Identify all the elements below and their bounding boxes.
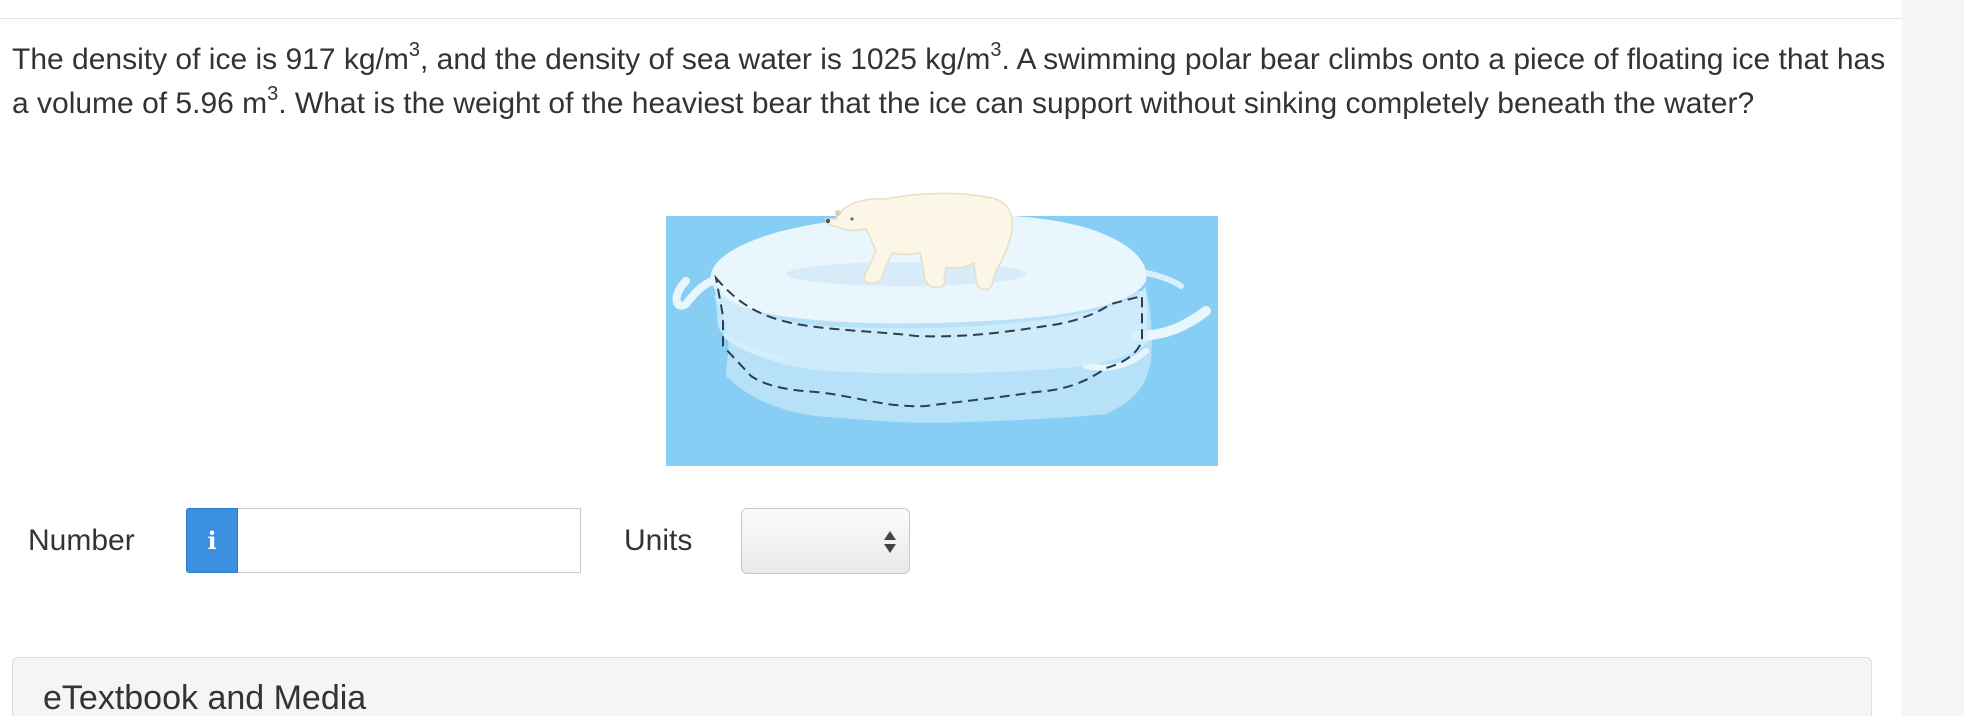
polar-bear-ice-figure xyxy=(666,186,1218,466)
question-text-part: The density of ice is 917 kg/m xyxy=(12,43,409,76)
units-select[interactable] xyxy=(741,508,910,574)
question-page: The density of ice is 917 kg/m3, and the… xyxy=(0,0,1964,716)
etextbook-panel[interactable]: eTextbook and Media xyxy=(12,657,1872,716)
superscript: 3 xyxy=(408,39,420,61)
superscript: 3 xyxy=(267,83,279,105)
right-scroll-gutter xyxy=(1902,0,1964,716)
info-icon[interactable]: i xyxy=(186,508,238,573)
number-input[interactable] xyxy=(238,508,581,573)
superscript: 3 xyxy=(990,39,1002,61)
top-divider xyxy=(0,18,1902,19)
units-label: Units xyxy=(624,524,693,557)
number-label: Number xyxy=(28,524,135,557)
question-text-part: , and the density of sea water is 1025 k… xyxy=(419,43,991,76)
etextbook-title: eTextbook and Media xyxy=(43,679,367,716)
question-text: The density of ice is 917 kg/m3, and the… xyxy=(12,38,1892,126)
question-text-part: . What is the weight of the heaviest bea… xyxy=(278,87,1755,120)
answer-row: Number i Units xyxy=(0,507,960,575)
select-arrows-icon xyxy=(884,531,896,553)
